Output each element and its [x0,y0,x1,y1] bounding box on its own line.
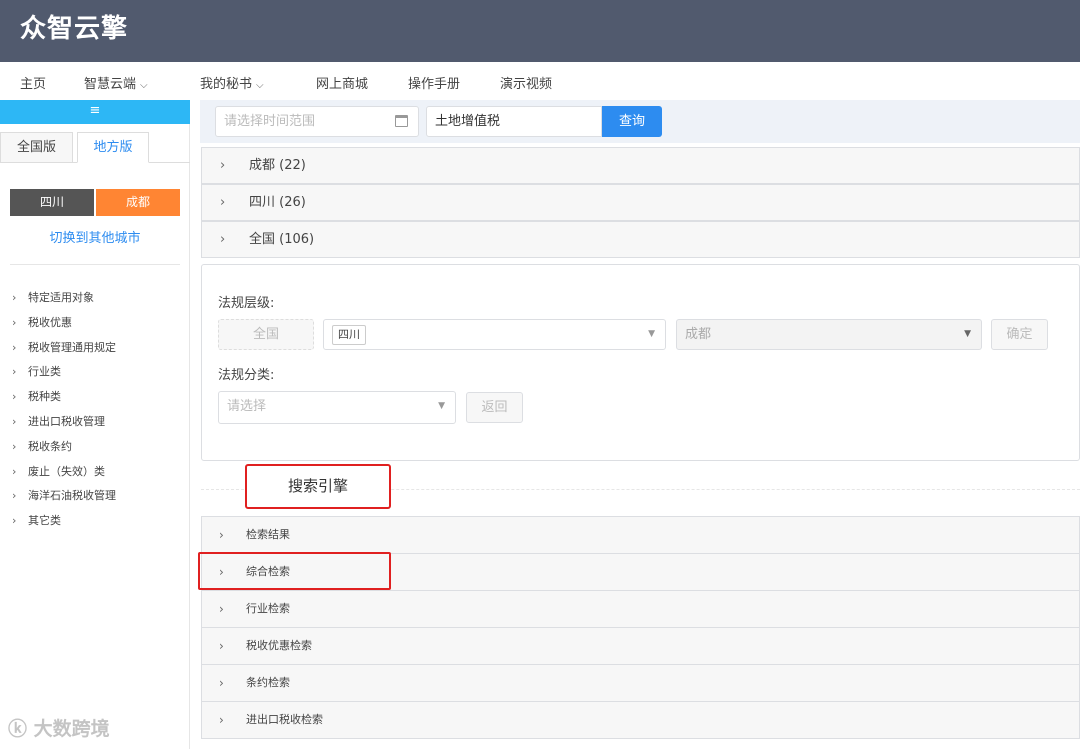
chevron-right-icon: › [12,464,17,478]
highlight-annotation [198,552,391,590]
chevron-right-icon: › [12,489,17,503]
result-region-item[interactable]: › 成都 (22) [201,147,1080,184]
category-item[interactable]: › 废止（失效）类 [12,463,116,488]
category-item[interactable]: › 海洋石油税收管理 [12,487,116,512]
chevron-right-icon: › [12,514,17,528]
category-item[interactable]: › 其它类 [12,512,116,537]
chevron-right-icon: › [12,390,17,404]
nationwide-button[interactable]: 全国 [218,319,314,350]
category-item[interactable]: › 税收优惠 [12,314,116,339]
top-header: 众智云擎 [0,0,1080,62]
menu-icon: ≡ [89,103,101,118]
chevron-right-icon: › [12,365,17,379]
switch-city-link[interactable]: 切换到其他城市 [0,227,190,246]
chevron-right-icon: › [219,602,224,616]
search-engine-item[interactable]: › 税收优惠检索 [201,627,1080,665]
category-list: › 特定适用对象 › 税收优惠 › 税收管理通用规定 › 行业类 › 税种类 › 进出口税收… [12,289,116,537]
chevron-right-icon: › [12,291,17,304]
province-select[interactable]: 四川 ▼ [323,319,666,350]
category-item[interactable]: › 税收条约 [12,438,116,463]
main-content: 请选择时间范围 土地增值税 查询 › 成都 (22) › 四川 (26) › 全… [198,100,1080,749]
calendar-icon [395,115,408,127]
caret-down-icon: ▼ [648,329,655,339]
back-button[interactable]: 返回 [466,392,523,423]
chevron-right-icon: › [12,340,17,354]
tab-national[interactable]: 全国版 [0,132,73,163]
search-engine-item[interactable]: › 进出口税收检索 [201,701,1080,739]
category-item[interactable]: › 税种类 [12,388,116,413]
search-engine-item[interactable]: › 条约检索 [201,664,1080,702]
caret-down-icon: ▼ [438,401,445,411]
chevron-right-icon: › [12,439,17,453]
result-region-item[interactable]: › 全国 (106) [201,221,1080,258]
chevron-right-icon: › [219,676,224,690]
chevron-down-icon: ⌵ [256,80,264,91]
sidebar-toggle[interactable]: ≡ [0,100,190,124]
chevron-right-icon: › [220,232,226,247]
confirm-button[interactable]: 确定 [991,319,1048,350]
search-engine-title: 搜索引擎 [245,464,391,509]
tab-local[interactable]: 地方版 [77,132,149,163]
chevron-right-icon: › [12,315,17,329]
chevron-right-icon: › [219,528,224,542]
nav-item-manual[interactable]: 操作手册 [408,73,460,92]
keyword-input[interactable]: 土地增值税 [426,106,602,137]
filter-panel: 法规层级: 全国 四川 ▼ 成都 ▼ 确定 法规分类: 请选择 ▼ 返回 [201,264,1080,461]
version-tabs: 全国版 地方版 [0,132,190,163]
search-bar: 请选择时间范围 土地增值税 查询 [200,100,1080,143]
category-select[interactable]: 请选择 ▼ [218,391,456,424]
nav-item-smart-cloud[interactable]: 智慧云端 ⌵ [84,73,148,92]
chevron-down-icon: ⌵ [140,80,148,91]
chevron-right-icon: › [219,713,224,727]
chevron-right-icon: › [220,158,226,173]
regulation-level-label: 法规层级: [218,296,275,311]
watermark: ⓚ 大数跨境 [8,718,110,740]
result-region-item[interactable]: › 四川 (26) [201,184,1080,221]
chevron-right-icon: › [220,195,226,210]
search-engine-item[interactable]: › 行业检索 [201,590,1080,628]
nav-item-demo-video[interactable]: 演示视频 [500,73,552,92]
chat-bubble-icon: ⓚ [8,718,28,740]
search-engine-item[interactable]: › 检索结果 [201,516,1080,554]
nav-item-online-store[interactable]: 网上商城 [316,73,368,92]
province-tag: 四川 [332,325,366,345]
main-nav: 主页 智慧云端 ⌵ 我的秘书 ⌵ 网上商城 操作手册 演示视频 [0,62,1080,100]
nav-item-home[interactable]: 主页 [20,73,46,92]
category-item[interactable]: › 税收管理通用规定 [12,339,116,364]
province-button[interactable]: 四川 [10,189,94,216]
chevron-right-icon: › [12,414,17,428]
category-item[interactable]: › 行业类 [12,363,116,388]
date-range-input[interactable]: 请选择时间范围 [215,106,419,137]
divider [10,264,180,265]
query-button[interactable]: 查询 [602,106,662,137]
sidebar: ≡ 全国版 地方版 四川 成都 切换到其他城市 › 特定适用对象 › 税收优惠 › 税… [0,100,190,749]
city-select[interactable]: 成都 ▼ [676,319,982,350]
chevron-right-icon: › [219,639,224,653]
regulation-category-label: 法规分类: [218,368,275,383]
caret-down-icon: ▼ [964,329,971,339]
nav-item-my-secretary[interactable]: 我的秘书 ⌵ [200,73,264,92]
category-item[interactable]: › 特定适用对象 [12,289,116,314]
app-logo[interactable]: 众智云擎 [20,8,128,45]
city-button[interactable]: 成都 [96,189,180,216]
category-item[interactable]: › 进出口税收管理 [12,413,116,438]
